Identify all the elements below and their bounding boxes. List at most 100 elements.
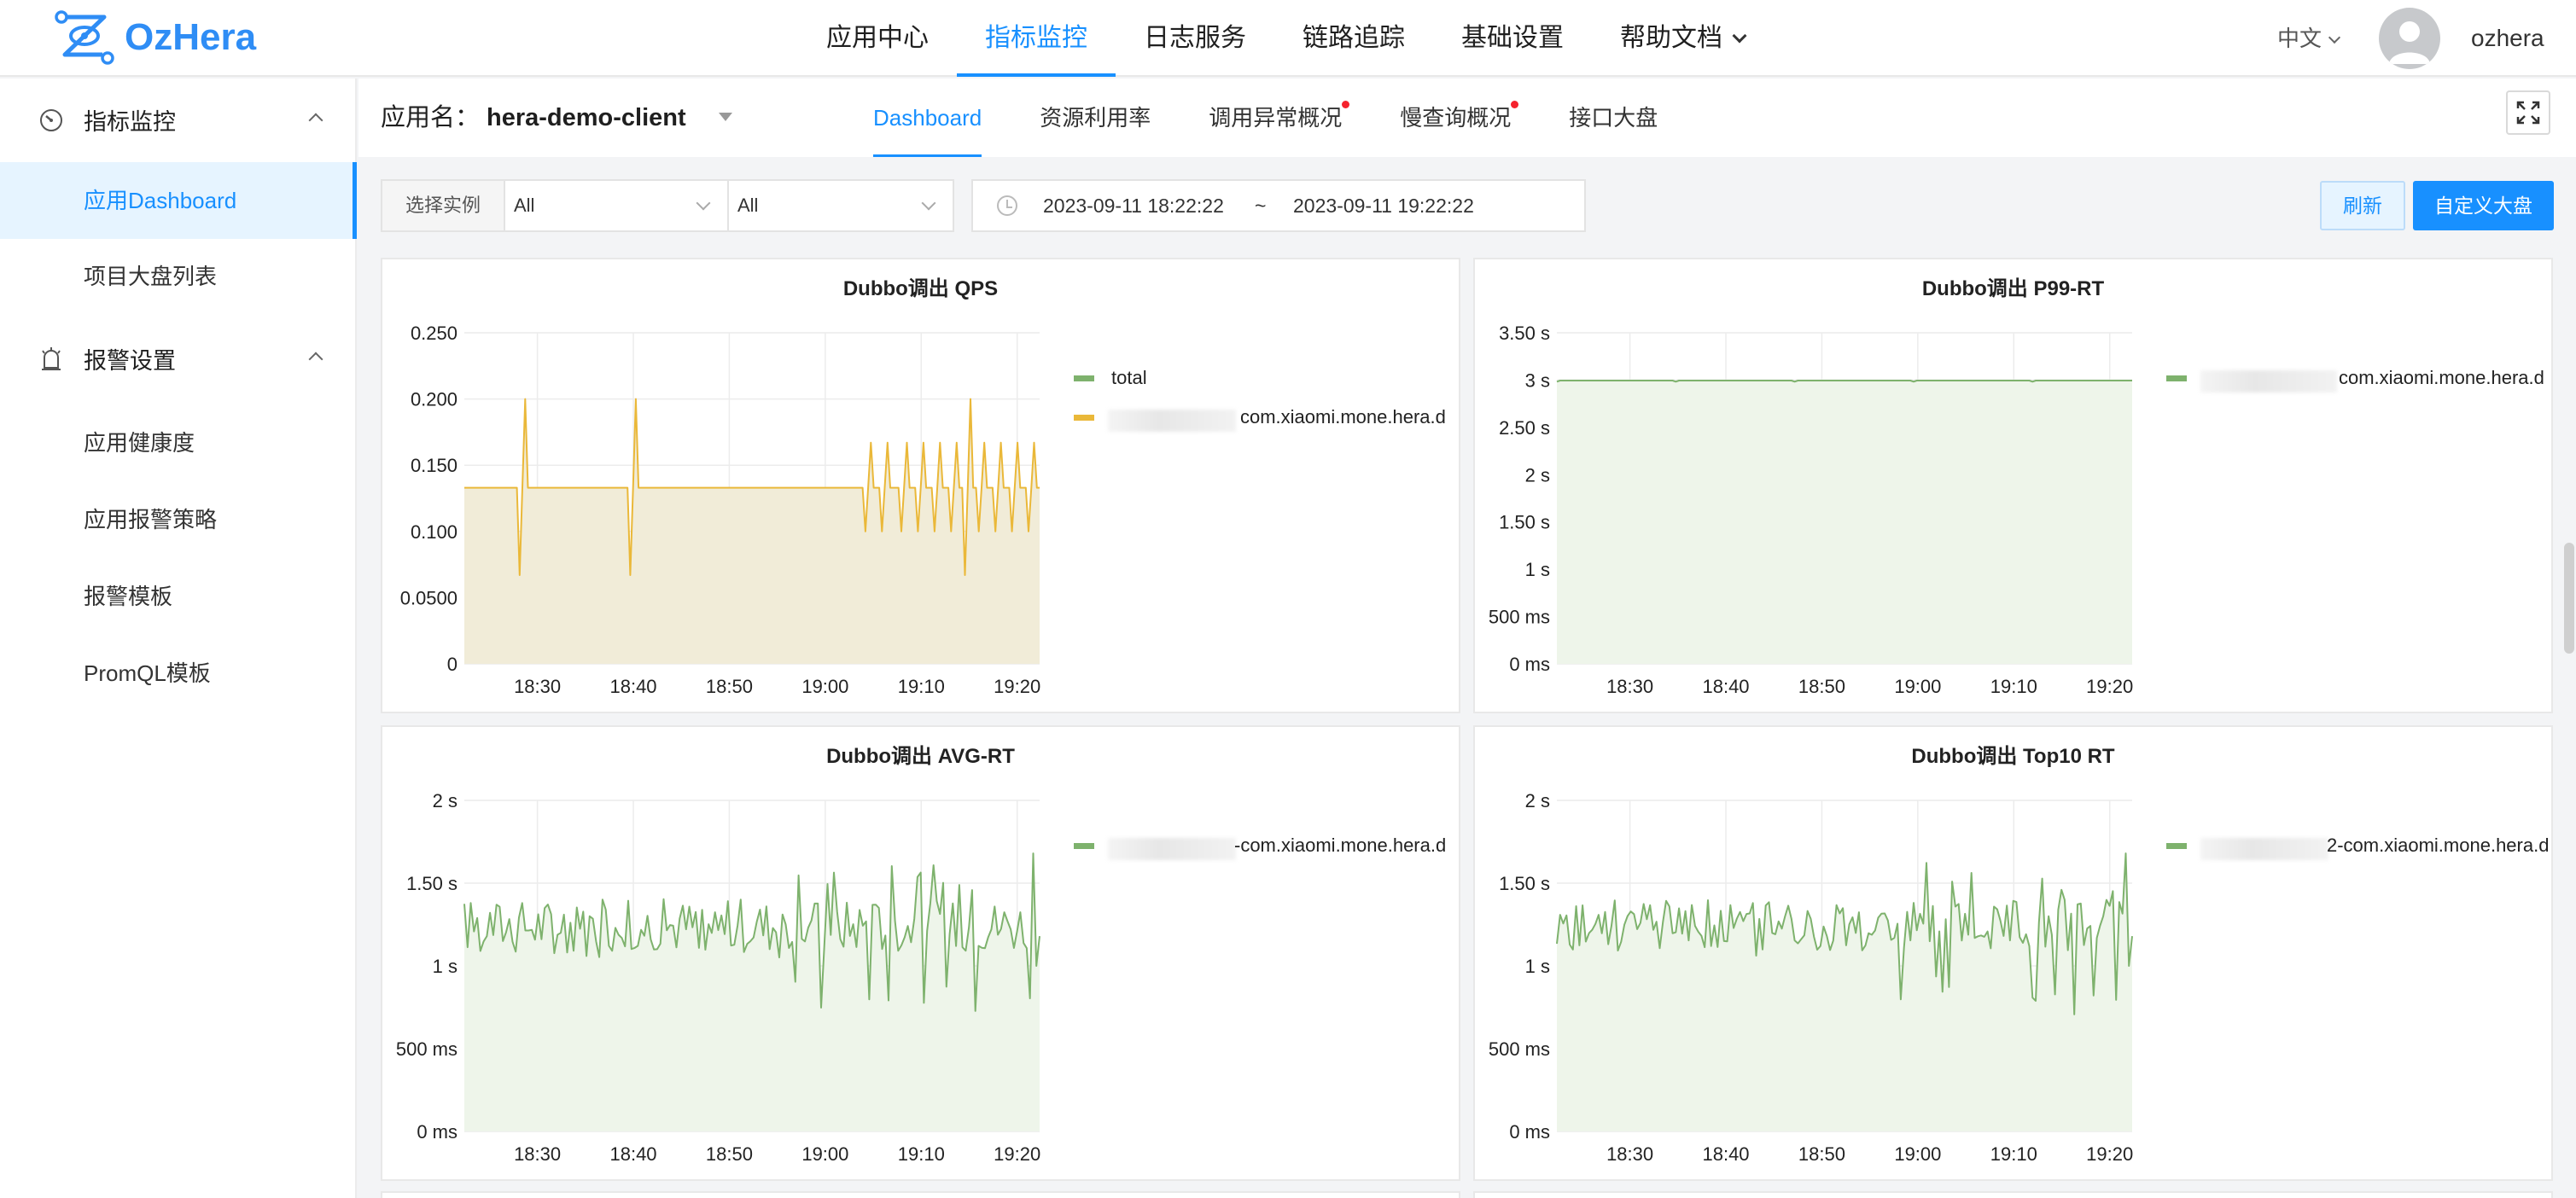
instance-filter: 选择实例 All All [381,179,954,232]
sidebar-item-alert-policy[interactable]: 应用报警策略 [0,481,357,558]
chart-canvas[interactable]: 0 ms 500 ms 1 s 1.50 s 2 s 2.50 s 3 s 3.50 s 18:… [1475,259,2555,715]
y-tick-label: 1 s [1525,559,1550,580]
nav-item-metrics[interactable]: 指标监控 [957,0,1116,77]
legend-label: -com.xiaomi.mone.hera.d [1234,835,1447,856]
sidebar-item-label: 报警模板 [84,584,173,609]
y-tick-label: 3 s [1525,369,1550,391]
tab-label: 资源利用率 [1040,105,1151,131]
tab-interface-dashboard[interactable]: 接口大盘 [1569,79,1658,157]
chart-canvas[interactable]: 0 ms 500 ms 1 s 1.50 s 2 s 18:30 18:40 18:50 19:… [382,727,1462,1183]
y-tick-label: 1 s [1525,956,1550,977]
x-tick-label: 18:30 [1606,676,1653,697]
legend-swatch [1074,415,1094,421]
y-tick-label: 3.50 s [1499,323,1550,344]
sidebar-item-app-health[interactable]: 应用健康度 [0,404,357,481]
sidebar-item-alert-templates[interactable]: 报警模板 [0,558,357,635]
clock-icon [997,195,1017,216]
chart-title: Dubbo调出 Top10 RT [1911,745,2115,768]
app-header: 应用名： hera-demo-client Dashboard 资源利用率 调用… [358,79,2576,157]
y-tick-label: 500 ms [1489,1038,1550,1060]
y-tick-label: 0.200 [411,389,458,410]
x-tick-label: 19:10 [1990,1143,2037,1165]
x-tick-label: 18:30 [1606,1143,1653,1165]
chevron-down-icon [2328,31,2341,44]
select-value: All [514,195,535,216]
y-tick-label: 1.50 s [406,873,458,894]
tab-label: Dashboard [873,105,982,131]
x-tick-label: 19:20 [2086,676,2133,697]
tab-call-exceptions[interactable]: 调用异常概况 [1209,79,1350,157]
chevron-up-icon [308,113,323,128]
alarm-icon [42,347,61,370]
y-tick-label: 0 ms [1509,654,1550,675]
tab-dashboard[interactable]: Dashboard [873,79,982,157]
language-switcher[interactable]: 中文 [2277,0,2341,77]
x-tick-label: 19:20 [2086,1143,2133,1165]
nav-label: 应用中心 [826,24,929,52]
sidebar-item-promql-templates[interactable]: PromQL模板 [0,635,357,712]
x-tick-label: 18:40 [1702,676,1749,697]
x-tick-label: 18:50 [1798,1143,1845,1165]
x-tick-label: 19:20 [994,676,1040,697]
tab-slow-queries[interactable]: 慢查询概况 [1400,79,1519,157]
nav-item-help[interactable]: 帮助文档 [1592,0,1773,77]
x-tick-label: 18:50 [1798,676,1845,697]
custom-dashboard-button[interactable]: 自定义大盘 [2413,181,2554,230]
y-tick-label: 0 [447,654,458,675]
sidebar-group-alerts[interactable]: 报警设置 [0,320,357,397]
x-tick-label: 19:00 [1894,1143,1941,1165]
sidebar-group-metrics[interactable]: 指标监控 [0,81,357,158]
ozhera-logo-icon [55,10,114,65]
redacted-text [2200,370,2337,393]
legend-label: com.xiaomi.mone.hera.d [1240,406,1446,427]
app-name-label: 应用名： [381,104,481,131]
instance-select-2[interactable]: All [729,179,954,232]
x-tick-label: 19:00 [1894,676,1941,697]
x-tick-label: 18:30 [514,676,561,697]
fullscreen-button[interactable] [2506,90,2550,135]
y-tick-label: 2 s [1525,464,1550,486]
sidebar-group-label: 指标监控 [84,108,176,135]
sidebar-item-project-dashboards[interactable]: 项目大盘列表 [0,238,357,315]
sidebar-item-label: PromQL模板 [84,660,211,686]
sidebar-item-label: 应用Dashboard [84,188,237,213]
username[interactable]: ozhera [2471,0,2544,77]
nav-item-app-center[interactable]: 应用中心 [798,0,957,77]
y-tick-label: 1 s [433,956,458,977]
chart-panel-p99-rt: 0 ms 500 ms 1 s 1.50 s 2 s 2.50 s 3 s 3.50 s 18:… [1473,258,2553,713]
refresh-button[interactable]: 刷新 [2320,181,2405,230]
top-navbar: OzHera 应用中心 指标监控 日志服务 链路追踪 基础设置 帮助文档 中文 … [0,0,2576,77]
x-tick-label: 18:30 [514,1143,561,1165]
nav-label: 链路追踪 [1303,24,1405,52]
avatar[interactable] [2379,8,2440,69]
tab-resource-usage[interactable]: 资源利用率 [1040,79,1151,157]
series-area [464,853,1040,1131]
caret-down-icon[interactable] [719,113,732,121]
chart-canvas[interactable]: 0 ms 500 ms 1 s 1.50 s 2 s 18:30 18:40 18:50 19:… [1475,727,2555,1183]
series-area [464,398,1040,664]
series-area [1557,853,2132,1131]
chart-panel-qps: 0 0.0500 0.100 0.150 0.200 0.250 18:30 18:40 18:… [381,258,1460,713]
nav-item-logs[interactable]: 日志服务 [1116,0,1274,77]
redacted-text [2200,838,2328,860]
app-name-select[interactable]: hera-demo-client [487,79,686,157]
time-start[interactable]: 2023-09-11 18:22:22 [1043,181,1224,230]
time-separator: ~ [1255,195,1267,217]
instance-select-1[interactable]: All [504,179,729,232]
y-tick-label: 2 s [433,790,458,811]
nav-item-tracing[interactable]: 链路追踪 [1274,0,1433,77]
y-tick-label: 1.50 s [1499,873,1550,894]
brand-logo[interactable]: OzHera [55,9,256,67]
sidebar-item-app-dashboard[interactable]: 应用Dashboard [0,162,357,239]
legend-swatch [1074,375,1094,381]
page-scrollbar[interactable] [2564,543,2574,654]
chart-panel-top10-rt: 0 ms 500 ms 1 s 1.50 s 2 s 18:30 18:40 18:50 19:… [1473,725,2553,1181]
chart-canvas[interactable]: 0 0.0500 0.100 0.150 0.200 0.250 18:30 18:40 18:… [382,259,1462,715]
chart-panel-partial [1473,1191,2553,1198]
nav-item-settings[interactable]: 基础设置 [1433,0,1592,77]
select-value: All [737,195,759,216]
time-range-picker[interactable]: 2023-09-11 18:22:22 ~ 2023-09-11 19:22:2… [971,179,1586,232]
nav-label: 指标监控 [985,24,1087,52]
time-end[interactable]: 2023-09-11 19:22:22 [1293,181,1474,230]
x-tick-label: 19:00 [801,676,848,697]
